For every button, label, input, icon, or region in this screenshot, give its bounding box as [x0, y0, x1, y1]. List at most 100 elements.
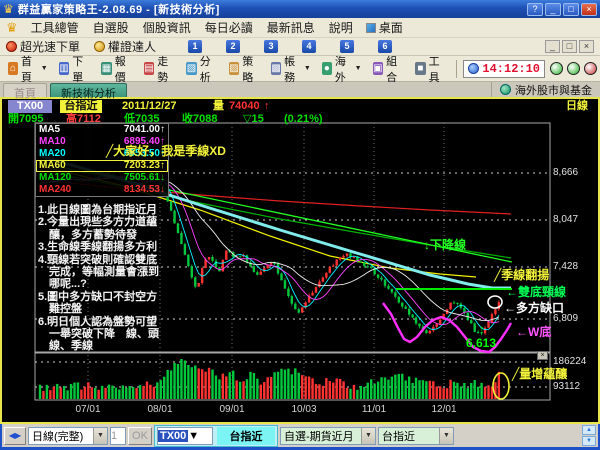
ma-label: MA10 [39, 136, 66, 147]
title-bar: ♛ 群益贏家策略王-2.08.69 - [新技術分析] ? _ □ × [0, 0, 600, 18]
mdi-close-button[interactable]: × [579, 40, 594, 53]
count-input: 1 [110, 426, 126, 445]
volume-panel-close-icon[interactable]: × [537, 351, 548, 360]
y-axis-label: 6,809 [553, 313, 579, 324]
prev-next-button[interactable]: ◀▶ [4, 426, 26, 445]
ma-legend-row-ma60[interactable]: MA60 7203.23↑ [36, 160, 168, 172]
y-axis-label: 93112 [553, 381, 581, 392]
ma-legend-row-ma120[interactable]: MA120 7505.61↓ [36, 172, 168, 184]
chevron-down-icon[interactable]: ▼ [361, 427, 375, 444]
double-bottom-neckline-note: ←雙底頸線 [506, 285, 567, 299]
group-select-value: 自選-期貨近月 [284, 430, 354, 443]
symbol-code: TX00 [8, 100, 52, 113]
strategy-icon: ▨ [228, 62, 240, 75]
season-line-note: ╱大家好，我是季線XD [106, 144, 226, 158]
descending-line-note: ↓下降線 [424, 238, 467, 252]
period-select-value: 日線(完整) [32, 430, 84, 443]
tab-bar: 首頁 新技術分析 海外股市與基金 [0, 82, 600, 100]
chevron-down-icon[interactable]: ▼ [188, 430, 199, 442]
ma-label: MA240 [39, 184, 72, 195]
chevron-down-icon: ▼ [303, 65, 311, 72]
chevron-down-icon[interactable]: ▼ [93, 427, 107, 444]
analysis-notes: 1.此日線圖為台期指近月 2.今量出現些多方力道蘊 釀，多方蓄勢待發 3.生命線… [38, 204, 159, 353]
crown-icon: ♛ [6, 19, 18, 35]
symbol-input[interactable]: TX00 ▼ [157, 426, 213, 445]
globe-status-icon-0[interactable] [550, 62, 563, 75]
maximize-button[interactable]: □ [563, 2, 579, 16]
desktop-icon [365, 23, 376, 33]
chevron-down-icon[interactable]: ▼ [439, 427, 453, 444]
chevron-down-icon: ▼ [40, 65, 48, 72]
ma-legend-row-ma240[interactable]: MA240 8134.53↓ [36, 184, 168, 196]
menu-item-desktop[interactable]: 桌面 [365, 19, 403, 36]
order-icon: ▥ [58, 62, 70, 75]
menu-item-5[interactable]: 說明 [329, 19, 353, 36]
window-title: 群益贏家策略王-2.08.69 - [新技術分析] [17, 4, 220, 16]
menu-item-2[interactable]: 個股資訊 [143, 19, 191, 36]
toolbar-label-trend: 走勢 [157, 55, 169, 84]
close-button[interactable]: × [581, 2, 597, 16]
signal-up-arrow: ↑ [479, 322, 485, 336]
period-label: 日線 [566, 100, 588, 112]
clock-icon [468, 63, 480, 74]
analysis-icon: ▧ [186, 62, 197, 75]
toolbar-separator [455, 59, 457, 78]
symbol-group: TX00 ▼ 台指近 [154, 424, 278, 447]
change-pct: (0.21%) [284, 113, 323, 125]
x-axis-label: 12/01 [431, 404, 457, 415]
y-axis-label: 186224 [553, 356, 587, 367]
menu-item-1[interactable]: 自選股 [93, 19, 129, 36]
scroll-down-icon[interactable]: ▼ [582, 436, 596, 446]
y-axis-label: 8,666 [553, 167, 579, 178]
x-axis-label: 09/01 [219, 404, 245, 415]
volume-label: 量 [213, 100, 224, 112]
change-value: ▽15 [243, 113, 264, 125]
globe-icon [500, 84, 511, 95]
toolbar-label-overseas: 海外 [334, 55, 346, 84]
period-select[interactable]: 日線(完整) ▼ [28, 426, 108, 445]
toolbar-label-quote: 報價 [114, 55, 126, 84]
overseas-funds-link[interactable]: 海外股市與基金 [491, 82, 600, 97]
close-value: 收7088 [182, 113, 218, 125]
ma-legend-row-ma5[interactable]: MA5 7041.00↑ [36, 124, 168, 136]
symbol-name-label: 台指近 [217, 426, 275, 445]
globe-status-icon-2[interactable] [584, 62, 597, 75]
toolbar-label-home: 首頁 [20, 55, 32, 84]
menu-item-4[interactable]: 最新訊息 [267, 19, 315, 36]
y-axis-label: 8,047 [553, 214, 579, 225]
symbol-name: 台指近 [60, 100, 102, 113]
menu-bar: ♛ 工具總管 自選股 個股資訊 每日必讀 最新訊息 說明 桌面 [0, 18, 600, 38]
x-axis-label: 11/01 [361, 404, 387, 415]
ma-value: 8134.53↓ [123, 184, 165, 195]
group-select[interactable]: 自選-期貨近月 ▼ [280, 426, 376, 445]
scroll-up-icon[interactable]: ▲ [582, 425, 596, 435]
quote-icon: ▦ [101, 62, 112, 75]
minimize-button[interactable]: _ [545, 2, 561, 16]
ma-value: 7041.00↑ [123, 124, 165, 135]
chevron-down-icon: ▼ [354, 65, 362, 72]
toolbar-label-tools: 工具 [428, 55, 440, 84]
overseas-icon: ● [321, 62, 332, 75]
tab-home[interactable]: 首頁 [3, 83, 47, 100]
bottom-toolbar: ◀▶ 日線(完整) ▼ 1 OK TX00 ▼ 台指近 自選-期貨近月 ▼ 台指… [0, 424, 600, 450]
w-bottom-note: ←W底 [516, 325, 552, 339]
menu-item-0[interactable]: 工具總管 [31, 19, 79, 36]
mdi-restore-button[interactable]: □ [562, 40, 577, 53]
trend-icon: ▤ [143, 62, 155, 75]
x-axis-label: 07/01 [75, 404, 101, 415]
globe-status-icon-1[interactable] [567, 62, 580, 75]
mdi-minimize-button[interactable]: _ [545, 40, 560, 53]
ma-legend: MA5 7041.00↑ MA10 6895.40↑ MA20 6953.50↑ MA60 7… [35, 123, 169, 197]
toolbar-label-strategy: 策略 [242, 55, 254, 84]
item-select[interactable]: 台指近 ▼ [378, 426, 454, 445]
quote-date: 2011/12/27 [122, 100, 177, 112]
help-button[interactable]: ? [527, 2, 543, 16]
ma-value: 7505.61↓ [123, 172, 165, 183]
toolbar-label-portfolio: 組合 [386, 55, 398, 84]
app-window: ♛ 群益贏家策略王-2.08.69 - [新技術分析] ? _ □ × ♛ 工具… [0, 0, 600, 450]
home-icon: ⌂ [8, 62, 18, 75]
menu-item-3[interactable]: 每日必讀 [205, 19, 253, 36]
tab-tech-analysis[interactable]: 新技術分析 [50, 83, 127, 100]
volume-surge-note: ╱量增蘊釀 [512, 367, 568, 381]
ma-label: MA60 [39, 160, 66, 171]
